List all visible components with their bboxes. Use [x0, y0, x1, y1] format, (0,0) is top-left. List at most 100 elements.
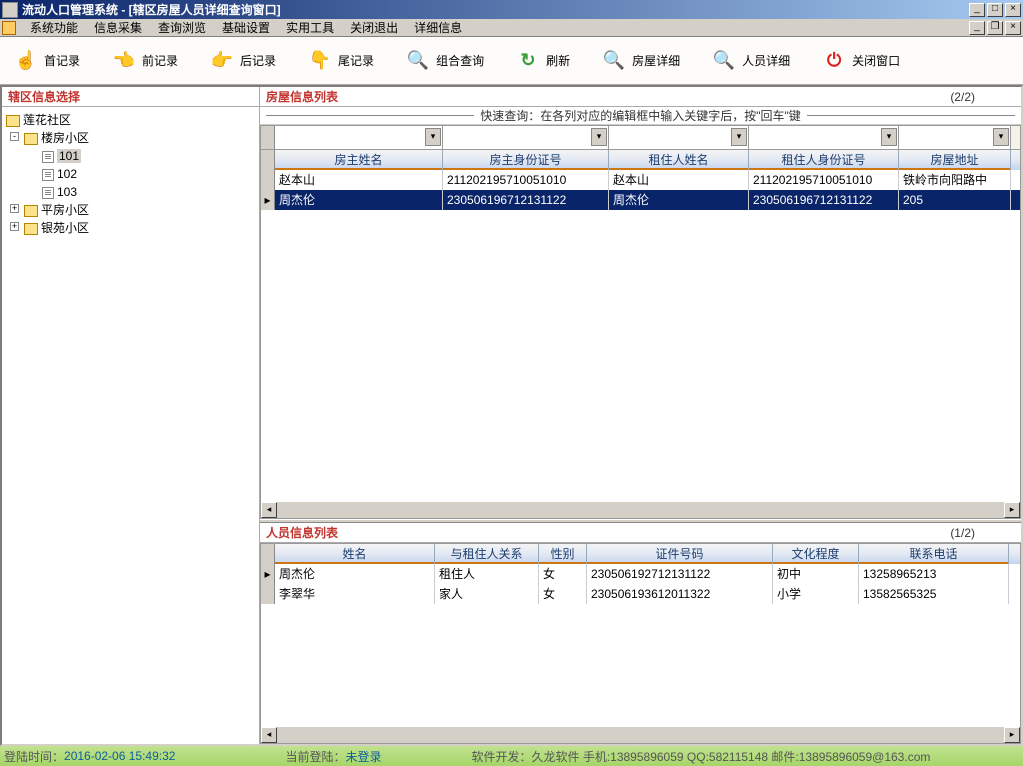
- combo-query-button[interactable]: 🔍 组合查询: [398, 45, 492, 77]
- col-tel[interactable]: 联系电话: [859, 544, 1009, 564]
- filter-ownerid[interactable]: ▾: [443, 126, 609, 149]
- tree-leaf[interactable]: 102: [57, 167, 77, 181]
- col-addr[interactable]: 房屋地址: [899, 150, 1011, 170]
- col-owner[interactable]: 房主姓名: [275, 150, 443, 170]
- dropdown-icon[interactable]: ▾: [425, 128, 441, 146]
- person-panel: 人员信息列表 (1/2) 姓名 与租住人关系 性别 证件号码 文化程度 联系电话…: [260, 523, 1021, 744]
- dropdown-icon[interactable]: ▾: [591, 128, 607, 146]
- person-detail-button[interactable]: 🔍人员详细: [704, 45, 798, 77]
- person-detail-label: 人员详细: [742, 52, 790, 69]
- dropdown-icon[interactable]: ▾: [731, 128, 747, 146]
- close-window-button[interactable]: ⏻关闭窗口: [814, 45, 908, 77]
- last-record-label: 尾记录: [338, 52, 374, 69]
- area-tree[interactable]: - 莲花社区 - 楼房小区 101 102 103 +平房小区: [2, 107, 259, 744]
- menu-settings[interactable]: 基础设置: [214, 19, 278, 36]
- cell-owner: 周杰伦: [275, 190, 443, 210]
- table-row[interactable]: 李翠华 家人 女 230506193612011322 小学 135825653…: [261, 584, 1020, 604]
- cell-sex: 女: [539, 564, 587, 584]
- combo-query-label: 组合查询: [436, 52, 484, 69]
- scroll-left-button[interactable]: ◂: [261, 502, 277, 518]
- col-idno[interactable]: 证件号码: [587, 544, 773, 564]
- house-panel: 房屋信息列表 (2/2) 快速查询：在各列对应的编辑框中输入关键字后，按"回车"…: [260, 87, 1021, 519]
- refresh-button[interactable]: ↻刷新: [508, 45, 578, 77]
- hint-text: 快速查询：在各列对应的编辑框中输入关键字后，按"回车"键: [480, 107, 801, 124]
- row-indicator-header: [261, 544, 275, 564]
- tree-node[interactable]: 楼房小区: [41, 131, 89, 145]
- expand-toggle[interactable]: +: [10, 222, 19, 231]
- tree-root[interactable]: 莲花社区: [23, 113, 71, 127]
- first-record-button[interactable]: ☝首记录: [6, 45, 88, 77]
- scroll-left-button[interactable]: ◂: [261, 727, 277, 743]
- cell-tenant: 赵本山: [609, 170, 749, 190]
- col-ownerid[interactable]: 房主身份证号: [443, 150, 609, 170]
- cell-relation: 租住人: [435, 564, 539, 584]
- file-icon: [42, 169, 54, 181]
- table-row[interactable]: ▸ 周杰伦 租住人 女 230506192712131122 初中 132589…: [261, 564, 1020, 584]
- col-relation[interactable]: 与租住人关系: [435, 544, 539, 564]
- person-grid-body[interactable]: ▸ 周杰伦 租住人 女 230506192712131122 初中 132589…: [261, 564, 1020, 727]
- current-login-label: 当前登陆：: [285, 748, 345, 765]
- scroll-track[interactable]: [277, 727, 1004, 743]
- scroll-track[interactable]: [277, 502, 1004, 518]
- house-detail-button[interactable]: 🔍房屋详细: [594, 45, 688, 77]
- person-grid-header: 姓名 与租住人关系 性别 证件号码 文化程度 联系电话: [261, 544, 1020, 564]
- cell-tel: 13582565325: [859, 584, 1009, 604]
- tree-node[interactable]: 平房小区: [41, 203, 89, 217]
- minimize-button[interactable]: _: [969, 3, 985, 17]
- tree-node[interactable]: 银苑小区: [41, 221, 89, 235]
- filter-tenant[interactable]: ▾: [609, 126, 749, 149]
- dropdown-icon[interactable]: ▾: [881, 128, 897, 146]
- col-tenantid[interactable]: 租住人身份证号: [749, 150, 899, 170]
- tree-leaf[interactable]: 101: [57, 149, 81, 163]
- person-header: 人员信息列表 (1/2): [260, 523, 1021, 543]
- title-bar: 流动人口管理系统 - [辖区房屋人员详细查询窗口] _ □ ×: [0, 0, 1023, 19]
- filter-addr[interactable]: ▾: [899, 126, 1011, 149]
- mdi-restore-button[interactable]: ❐: [987, 21, 1003, 35]
- h-scrollbar[interactable]: ◂ ▸: [261, 502, 1020, 518]
- scroll-right-button[interactable]: ▸: [1004, 727, 1020, 743]
- cell-owner: 赵本山: [275, 170, 443, 190]
- house-grid-header: 房主姓名 房主身份证号 租住人姓名 租住人身份证号 房屋地址: [261, 150, 1020, 170]
- refresh-icon: ↻: [516, 49, 540, 73]
- menu-detail[interactable]: 详细信息: [406, 19, 470, 36]
- hand-icon: 👈: [112, 49, 136, 73]
- area-select-label: 辖区信息选择: [8, 88, 80, 105]
- filter-owner[interactable]: ▾: [275, 126, 443, 149]
- col-sex[interactable]: 性别: [539, 544, 587, 564]
- prev-record-button[interactable]: 👈前记录: [104, 45, 186, 77]
- person-grid: 姓名 与租住人关系 性别 证件号码 文化程度 联系电话 ▸ 周杰伦 租住人 女 …: [260, 543, 1021, 744]
- expand-toggle[interactable]: +: [10, 204, 19, 213]
- close-button[interactable]: ×: [1005, 3, 1021, 17]
- cell-tenantid: 230506196712131122: [749, 190, 899, 210]
- tree-leaf[interactable]: 103: [57, 185, 77, 199]
- menu-query[interactable]: 查询浏览: [150, 19, 214, 36]
- col-name[interactable]: 姓名: [275, 544, 435, 564]
- scroll-right-button[interactable]: ▸: [1004, 502, 1020, 518]
- table-row[interactable]: 赵本山 211202195710051010 赵本山 2112021957100…: [261, 170, 1020, 190]
- filter-row: ▾ ▾ ▾ ▾ ▾: [261, 126, 1020, 150]
- col-tenant[interactable]: 租住人姓名: [609, 150, 749, 170]
- cell-tenantid: 211202195710051010: [749, 170, 899, 190]
- mdi-close-button[interactable]: ×: [1005, 21, 1021, 35]
- col-edu[interactable]: 文化程度: [773, 544, 859, 564]
- next-record-button[interactable]: 👉后记录: [202, 45, 284, 77]
- cell-ownerid: 230506196712131122: [443, 190, 609, 210]
- maximize-button[interactable]: □: [987, 3, 1003, 17]
- mdi-minimize-button[interactable]: _: [969, 21, 985, 35]
- expand-toggle[interactable]: -: [10, 132, 19, 141]
- house-grid-body[interactable]: 赵本山 211202195710051010 赵本山 2112021957100…: [261, 170, 1020, 502]
- menu-exit[interactable]: 关闭退出: [342, 19, 406, 36]
- table-row[interactable]: ▸ 周杰伦 230506196712131122 周杰伦 23050619671…: [261, 190, 1020, 210]
- cell-addr: 205: [899, 190, 1011, 210]
- h-scrollbar[interactable]: ◂ ▸: [261, 727, 1020, 743]
- menu-system[interactable]: 系统功能: [22, 19, 86, 36]
- search-icon: 🔍: [406, 49, 430, 73]
- menu-tools[interactable]: 实用工具: [278, 19, 342, 36]
- menu-collect[interactable]: 信息采集: [86, 19, 150, 36]
- left-panel: 辖区信息选择 - 莲花社区 - 楼房小区 101 102 103: [2, 87, 260, 744]
- filter-tenantid[interactable]: ▾: [749, 126, 899, 149]
- dropdown-icon[interactable]: ▾: [993, 128, 1009, 146]
- row-indicator: [261, 170, 275, 190]
- cell-tel: 13258965213: [859, 564, 1009, 584]
- last-record-button[interactable]: 👇尾记录: [300, 45, 382, 77]
